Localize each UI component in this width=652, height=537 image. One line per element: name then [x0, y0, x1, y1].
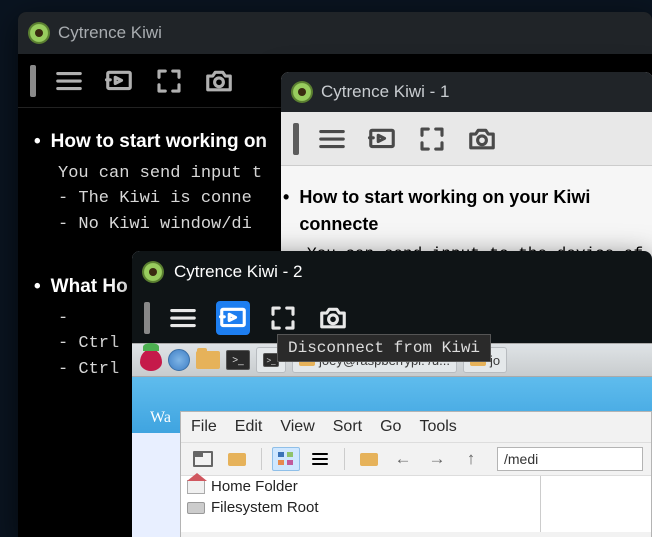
file-manager-menubar: File Edit View Sort Go Tools — [181, 412, 651, 442]
file-manager-toolbar: ← → ↑ /medi — [181, 442, 651, 476]
terminal-icon[interactable]: >_ — [226, 350, 250, 370]
tree-item-root[interactable]: Filesystem Root — [181, 497, 540, 518]
connect-icon[interactable] — [102, 64, 136, 98]
open-folder-button[interactable] — [223, 447, 251, 471]
disconnect-tooltip: Disconnect from Kiwi — [277, 334, 491, 362]
nav-up-button[interactable]: ↑ — [457, 447, 485, 471]
titlebar[interactable]: Cytrence Kiwi - 2 — [132, 251, 652, 293]
menu-tools[interactable]: Tools — [419, 418, 456, 436]
nav-forward-button[interactable]: → — [423, 447, 451, 471]
window-title: Cytrence Kiwi - 1 — [321, 82, 449, 102]
window-title: Cytrence Kiwi - 2 — [174, 262, 302, 282]
file-manager-window: File Edit View Sort Go Tools ← → ↑ — [180, 411, 652, 537]
tree-item-label: Home Folder — [211, 478, 298, 495]
nav-back-button[interactable]: ← — [389, 447, 417, 471]
titlebar[interactable]: Cytrence Kiwi - 1 — [281, 72, 652, 112]
window-kiwi-2: Cytrence Kiwi - 2 >_ >_ joey@raspberrypi… — [132, 251, 652, 537]
toolbar-handle[interactable] — [30, 65, 36, 97]
menu-icon[interactable] — [166, 301, 200, 335]
menu-file[interactable]: File — [191, 418, 217, 436]
web-browser-icon[interactable] — [168, 349, 190, 371]
drive-icon — [187, 502, 205, 514]
home-button[interactable] — [355, 447, 383, 471]
fullscreen-icon[interactable] — [152, 64, 186, 98]
menu-sort[interactable]: Sort — [333, 418, 362, 436]
folder-tree: Home Folder Filesystem Root — [181, 476, 541, 532]
menu-icon[interactable] — [52, 64, 86, 98]
disconnect-icon[interactable] — [216, 301, 250, 335]
file-manager-icon[interactable] — [196, 351, 220, 369]
desktop-text-fragment: Wa — [150, 409, 171, 427]
new-tab-button[interactable] — [189, 447, 217, 471]
camera-icon[interactable] — [465, 122, 499, 156]
connect-icon[interactable] — [365, 122, 399, 156]
toolbar — [281, 112, 652, 166]
raspberry-pi-menu-icon[interactable] — [140, 349, 162, 371]
tree-item-label: Filesystem Root — [211, 499, 319, 516]
menu-go[interactable]: Go — [380, 418, 401, 436]
fullscreen-icon[interactable] — [266, 301, 300, 335]
home-folder-icon — [187, 480, 205, 494]
menu-view[interactable]: View — [280, 418, 314, 436]
menu-icon[interactable] — [315, 122, 349, 156]
list-view-button[interactable] — [306, 447, 334, 471]
camera-icon[interactable] — [316, 301, 350, 335]
tree-item-home[interactable]: Home Folder — [181, 476, 540, 497]
titlebar[interactable]: Cytrence Kiwi — [18, 12, 652, 54]
section-heading: How to start working on your Kiwi connec… — [283, 184, 645, 238]
taskbar-item-label: jo — [490, 353, 500, 368]
toolbar-handle[interactable] — [144, 302, 150, 334]
folder-content-pane[interactable] — [541, 476, 651, 532]
kiwi-app-icon — [142, 261, 164, 283]
camera-icon[interactable] — [202, 64, 236, 98]
menu-edit[interactable]: Edit — [235, 418, 263, 436]
path-input[interactable]: /medi — [497, 447, 643, 471]
toolbar-handle[interactable] — [293, 123, 299, 155]
window-title: Cytrence Kiwi — [58, 23, 162, 43]
icon-view-button[interactable] — [272, 447, 300, 471]
kiwi-app-icon — [291, 81, 313, 103]
fullscreen-icon[interactable] — [415, 122, 449, 156]
kiwi-app-icon — [28, 22, 50, 44]
